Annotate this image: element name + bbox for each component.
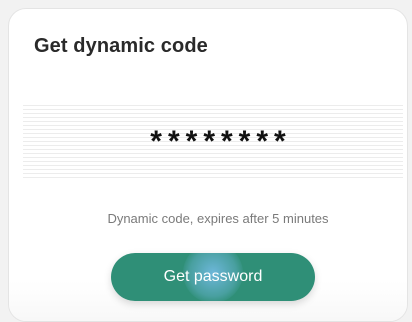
- dynamic-code-card: Get dynamic code ******** Dynamic code, …: [8, 8, 408, 322]
- dialog-title: Get dynamic code: [34, 35, 208, 57]
- get-password-button[interactable]: Get password: [111, 253, 315, 301]
- masked-code: ********: [150, 125, 292, 158]
- get-password-button-label: Get password: [163, 268, 263, 285]
- expiry-hint: Dynamic code, expires after 5 minutes: [107, 211, 329, 226]
- code-display-area: ********: [23, 105, 403, 179]
